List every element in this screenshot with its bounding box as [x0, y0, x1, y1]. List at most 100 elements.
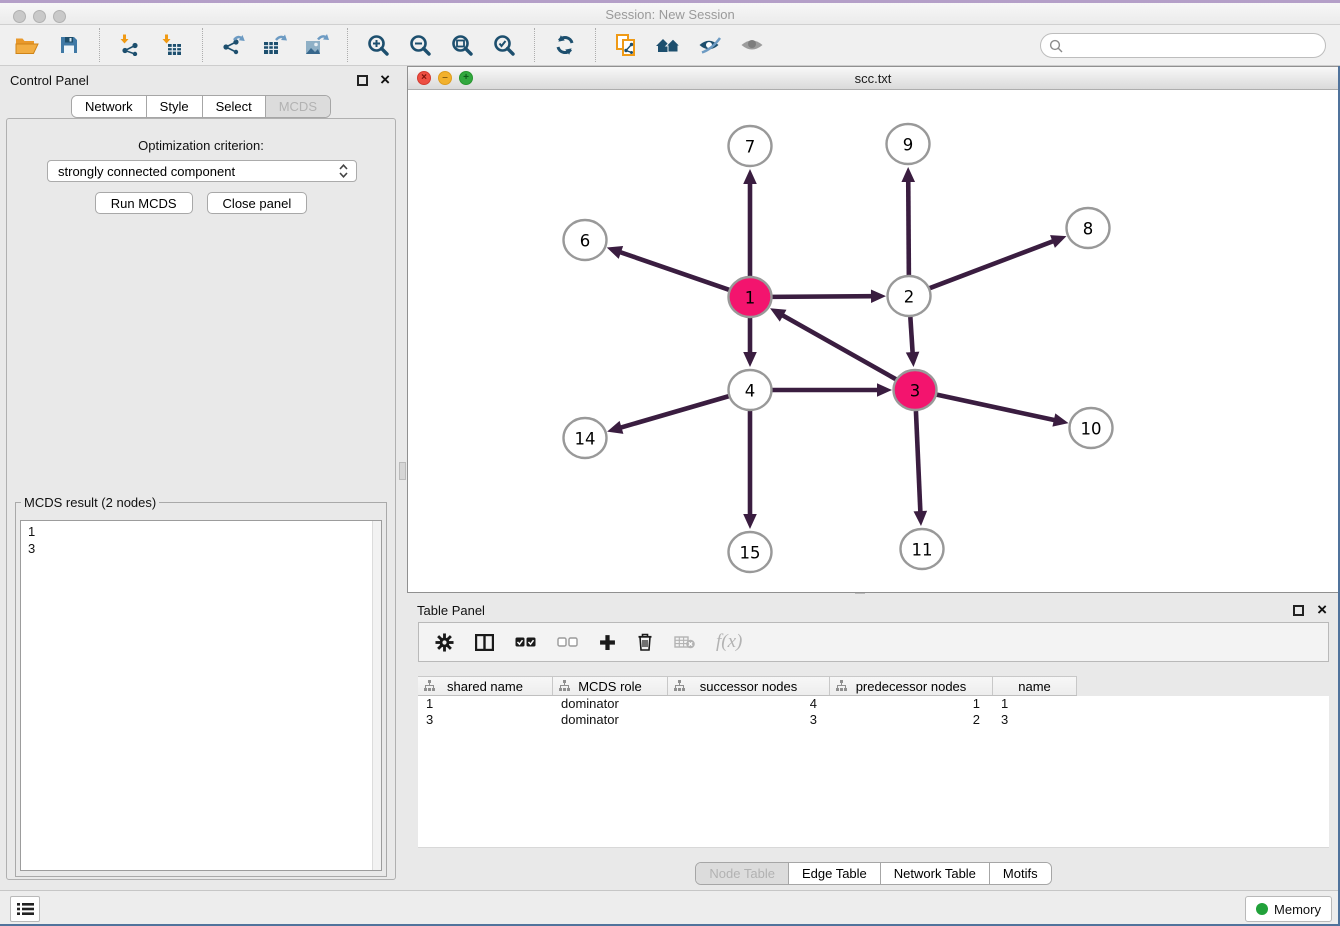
- show-column-button[interactable]: [475, 627, 494, 657]
- import-table-button[interactable]: [154, 27, 190, 63]
- table-header-row: shared nameMCDS role successor nodes prede…: [418, 676, 1077, 696]
- show-graphics-details-button[interactable]: [734, 27, 770, 63]
- export-image-icon: [305, 34, 329, 56]
- fx-icon: f(x): [716, 631, 742, 653]
- graph-node-label: 2: [904, 288, 915, 307]
- window-title: Session: New Session: [0, 7, 1340, 22]
- control-panel-header: Control Panel ×: [0, 66, 402, 94]
- float-panel-icon[interactable]: [357, 75, 368, 86]
- criterion-dropdown[interactable]: strongly connected component: [47, 160, 357, 182]
- search-input[interactable]: [1068, 36, 1325, 56]
- refresh-button[interactable]: [547, 27, 583, 63]
- close-panel-button[interactable]: Close panel: [207, 192, 308, 214]
- create-column-button[interactable]: [599, 627, 616, 657]
- toolbar-separator: [595, 28, 596, 62]
- unchecked-boxes-icon: [557, 637, 578, 647]
- tab-select[interactable]: Select: [203, 96, 266, 117]
- zoom-in-button[interactable]: [360, 27, 396, 63]
- function-builder-button[interactable]: f(x): [716, 627, 742, 657]
- delete-table-button[interactable]: [674, 627, 695, 657]
- cell-predecessor-nodes: 2: [830, 712, 993, 728]
- column-header-shared-name[interactable]: shared name: [418, 677, 553, 695]
- graph-edge-3-11[interactable]: [916, 411, 920, 513]
- export-image-button[interactable]: [299, 27, 335, 63]
- graph-node-label: 10: [1081, 420, 1102, 439]
- graph-edge-3-1[interactable]: [781, 315, 896, 380]
- graph-node-label: 9: [903, 136, 914, 155]
- graph-edge-2-3[interactable]: [910, 317, 912, 354]
- graph-edge-3-10[interactable]: [936, 394, 1056, 420]
- main-toolbar: [0, 25, 1340, 66]
- table-tab-motifs[interactable]: Motifs: [990, 863, 1051, 884]
- zoom-selected-button[interactable]: [486, 27, 522, 63]
- network-canvas[interactable]: 7968124314101511: [408, 90, 1338, 592]
- import-network-button[interactable]: [112, 27, 148, 63]
- graph-edge-1-6[interactable]: [619, 252, 730, 290]
- tab-network[interactable]: Network: [72, 96, 147, 117]
- export-network-button[interactable]: [215, 27, 251, 63]
- cell-name: 3: [993, 712, 1077, 728]
- task-history-button[interactable]: [10, 896, 40, 922]
- table-row[interactable]: 3dominator323: [418, 712, 1329, 728]
- column-header-successor-nodes[interactable]: successor nodes: [668, 677, 830, 695]
- mcds-result-line: 1: [28, 523, 381, 540]
- graph-edge-4-14[interactable]: [620, 396, 730, 428]
- table-tab-node-table[interactable]: Node Table: [696, 863, 789, 884]
- table-row[interactable]: 1dominator411: [418, 696, 1329, 712]
- graph-edge-arrowhead: [743, 514, 757, 529]
- select-all-button[interactable]: [515, 627, 536, 657]
- tab-style[interactable]: Style: [147, 96, 203, 117]
- graph-edge-arrowhead: [607, 421, 623, 434]
- graph-node-label: 4: [745, 382, 756, 401]
- import-network-icon: [119, 34, 141, 56]
- memory-status-dot: [1256, 903, 1268, 915]
- table-panel-title: Table Panel: [417, 603, 485, 618]
- close-panel-icon[interactable]: ×: [380, 70, 390, 90]
- table-tab-edge-table[interactable]: Edge Table: [789, 863, 881, 884]
- hide-graphics-details-button[interactable]: [692, 27, 728, 63]
- open-session-button[interactable]: [9, 27, 45, 63]
- delete-column-button[interactable]: [637, 627, 653, 657]
- home-button[interactable]: [650, 27, 686, 63]
- column-header-predecessor-nodes[interactable]: predecessor nodes: [830, 677, 993, 695]
- column-header-MCDS-role[interactable]: MCDS role: [553, 677, 668, 695]
- toolbar-separator: [534, 28, 535, 62]
- memory-button[interactable]: Memory: [1245, 896, 1332, 922]
- mcds-panel: Optimization criterion: strongly connect…: [6, 118, 396, 880]
- graph-edge-2-9[interactable]: [908, 180, 909, 275]
- float-panel-icon[interactable]: [1293, 605, 1304, 616]
- run-mcds-button[interactable]: Run MCDS: [95, 192, 193, 214]
- graph-edge-2-8[interactable]: [929, 241, 1055, 289]
- vertical-splitter-handle[interactable]: [399, 462, 406, 480]
- table-tab-network-table[interactable]: Network Table: [881, 863, 990, 884]
- graph-edge-arrowhead: [607, 246, 623, 259]
- memory-label: Memory: [1274, 902, 1321, 917]
- cell-predecessor-nodes: 1: [830, 696, 993, 712]
- network-window: × – + scc.txt 7968124314101511: [407, 66, 1339, 593]
- toolbar-separator: [347, 28, 348, 62]
- graph-edge-arrowhead: [901, 167, 915, 182]
- mcds-result-line: 3: [28, 540, 381, 557]
- result-scrollbar[interactable]: [372, 521, 381, 870]
- mcds-result-box: MCDS result (2 nodes) 13: [15, 495, 387, 877]
- import-table-icon: [161, 34, 183, 56]
- zoom-out-button[interactable]: [402, 27, 438, 63]
- toolbar-separator: [202, 28, 203, 62]
- attribute-tree-icon: [424, 680, 435, 691]
- graph-edge-1-2[interactable]: [771, 296, 873, 297]
- zoom-fit-button[interactable]: [444, 27, 480, 63]
- table-panel: Table Panel ×: [407, 596, 1340, 890]
- table-settings-button[interactable]: [435, 627, 454, 657]
- column-header-label: successor nodes: [700, 679, 798, 694]
- application-window: Session: New Session: [0, 0, 1340, 926]
- tab-mcds[interactable]: MCDS: [266, 96, 330, 117]
- copy-network-button[interactable]: [608, 27, 644, 63]
- close-panel-icon[interactable]: ×: [1317, 600, 1327, 620]
- column-header-name[interactable]: name: [993, 677, 1077, 695]
- save-session-button[interactable]: [51, 27, 87, 63]
- gear-icon: [435, 633, 454, 652]
- unselect-all-button[interactable]: [557, 627, 578, 657]
- mcds-result-area[interactable]: 13: [20, 520, 382, 871]
- graph-node-label: 1: [745, 289, 756, 308]
- export-table-button[interactable]: [257, 27, 293, 63]
